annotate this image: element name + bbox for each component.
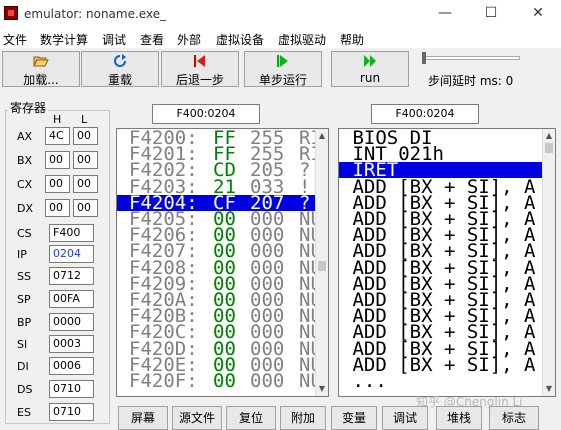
run-label: run bbox=[359, 71, 381, 85]
reg-bx-high[interactable]: 00 bbox=[45, 151, 70, 169]
load-button[interactable]: 加载... bbox=[2, 51, 80, 87]
reload-button[interactable]: 重载 bbox=[81, 51, 159, 87]
disasm-address-input[interactable]: F400:0204 bbox=[371, 104, 479, 124]
reg-es-value[interactable]: 0710 bbox=[49, 403, 94, 421]
menu-math[interactable]: 数学计算 bbox=[40, 31, 88, 48]
reg-ip-label: IP bbox=[17, 248, 27, 261]
memory-scrollbar[interactable]: ▲ ▼ bbox=[315, 129, 328, 396]
reg-dx-high[interactable]: 00 bbox=[45, 199, 70, 217]
menu-virtual-drives[interactable]: 虚拟驱动 bbox=[278, 31, 326, 48]
disasm-list: BIOS DI INT 021h IRET ADD [BX + SI], A A… bbox=[339, 130, 542, 396]
reg-sp-label: SP bbox=[17, 293, 31, 306]
step-delay-slider-thumb[interactable] bbox=[422, 52, 426, 64]
reg-cs-value[interactable]: F400 bbox=[49, 224, 94, 242]
step-delay-slider[interactable] bbox=[425, 56, 520, 60]
disasm-pane[interactable]: BIOS DI INT 021h IRET ADD [BX + SI], A A… bbox=[338, 128, 556, 397]
tab-stack[interactable]: 堆栈 bbox=[436, 406, 482, 430]
reg-ds-value[interactable]: 0710 bbox=[49, 380, 94, 398]
reload-label: 重载 bbox=[107, 73, 132, 87]
reg-bx-label: BX bbox=[17, 154, 33, 167]
reg-dx-low[interactable]: 00 bbox=[73, 199, 98, 217]
memory-address-input[interactable]: F400:0204 bbox=[152, 104, 260, 124]
memory-chr: NU bbox=[299, 370, 315, 392]
menu-debug[interactable]: 调试 bbox=[102, 31, 126, 48]
menu-view[interactable]: 查看 bbox=[140, 31, 164, 48]
reg-si-value[interactable]: 0003 bbox=[49, 335, 94, 353]
reg-ax-low[interactable]: 00 bbox=[73, 127, 98, 145]
memory-list: F4200:FF255RIF4201:FF255RIF4202:CD205?F4… bbox=[117, 130, 315, 396]
memory-scroll-thumb[interactable] bbox=[318, 261, 326, 271]
low-byte-header: L bbox=[81, 113, 88, 126]
memory-row[interactable]: F420F:00000NU bbox=[117, 370, 315, 392]
step-back-button[interactable]: 后退一步 bbox=[161, 51, 239, 87]
menu-external[interactable]: 外部 bbox=[177, 31, 201, 48]
disasm-scrollbar[interactable]: ▲ ▼ bbox=[542, 129, 555, 396]
reload-icon bbox=[112, 54, 128, 68]
memory-hex: 00 bbox=[213, 370, 236, 392]
close-button[interactable]: ✕ bbox=[515, 0, 561, 28]
maximize-button[interactable]: ☐ bbox=[468, 0, 514, 28]
menu-virtual-devices[interactable]: 虚拟设备 bbox=[216, 31, 264, 48]
reg-ax-high[interactable]: 4C bbox=[45, 127, 70, 145]
disasm-row[interactable]: ... bbox=[339, 370, 542, 392]
disasm-text: ... bbox=[341, 370, 387, 392]
reg-bx-low[interactable]: 00 bbox=[73, 151, 98, 169]
disasm-scroll-thumb[interactable] bbox=[545, 143, 553, 153]
reg-ss-value[interactable]: 0712 bbox=[49, 267, 94, 285]
reg-ax-label: AX bbox=[17, 130, 33, 143]
single-step-button[interactable]: 单步运行 bbox=[244, 51, 322, 87]
reg-di-value[interactable]: 0006 bbox=[49, 357, 94, 375]
step-forward-icon bbox=[275, 54, 291, 68]
minimize-button[interactable]: — bbox=[422, 0, 468, 28]
reg-ip-value[interactable]: 0204 bbox=[49, 245, 94, 263]
reg-ds-label: DS bbox=[17, 383, 33, 396]
scroll-down-icon[interactable]: ▼ bbox=[316, 382, 328, 396]
run-icon bbox=[362, 54, 378, 68]
tab-aux[interactable]: 附加 bbox=[280, 406, 326, 430]
reg-cx-label: CX bbox=[17, 178, 33, 191]
reg-sp-value[interactable]: 00FA bbox=[49, 290, 94, 308]
tab-screen[interactable]: 屏幕 bbox=[118, 406, 168, 430]
reg-cs-label: CS bbox=[17, 227, 32, 240]
reg-es-label: ES bbox=[17, 406, 31, 419]
reg-cx-low[interactable]: 00 bbox=[73, 175, 98, 193]
high-byte-header: H bbox=[53, 113, 62, 126]
memory-addr: F420F: bbox=[129, 370, 198, 392]
single-step-label: 单步运行 bbox=[258, 73, 307, 87]
memory-dec: 000 bbox=[250, 370, 285, 392]
load-label: 加载... bbox=[23, 73, 59, 87]
reg-cx-high[interactable]: 00 bbox=[45, 175, 70, 193]
scroll-down-icon[interactable]: ▼ bbox=[543, 382, 555, 396]
memory-pane[interactable]: F4200:FF255RIF4201:FF255RIF4202:CD205?F4… bbox=[116, 128, 329, 397]
scroll-up-icon[interactable]: ▲ bbox=[543, 129, 555, 143]
reg-di-label: DI bbox=[17, 360, 29, 373]
tab-flags[interactable]: 标志 bbox=[489, 406, 539, 430]
window-title: emulator: noname.exe_ bbox=[24, 7, 167, 21]
registers-title: 寄存器 bbox=[8, 99, 49, 116]
tab-debug[interactable]: 调试 bbox=[382, 406, 428, 430]
step-delay-label: 步间延时 ms: 0 bbox=[428, 74, 514, 88]
reg-bp-value[interactable]: 0000 bbox=[49, 313, 94, 331]
run-button[interactable]: run bbox=[331, 51, 409, 87]
step-back-icon bbox=[192, 54, 208, 68]
scroll-up-icon[interactable]: ▲ bbox=[316, 129, 328, 143]
step-back-label: 后退一步 bbox=[175, 73, 224, 87]
reg-dx-label: DX bbox=[17, 202, 34, 215]
tab-reset[interactable]: 复位 bbox=[226, 406, 276, 430]
reg-bp-label: BP bbox=[17, 316, 32, 329]
menu-file[interactable]: 文件 bbox=[3, 31, 27, 48]
reg-si-label: SI bbox=[17, 338, 28, 351]
menu-help[interactable]: 帮助 bbox=[340, 31, 364, 48]
reg-ss-label: SS bbox=[17, 270, 31, 283]
tab-source[interactable]: 源文件 bbox=[172, 406, 222, 430]
app-icon bbox=[4, 6, 18, 20]
folder-open-icon bbox=[33, 54, 49, 68]
tab-vars[interactable]: 变量 bbox=[331, 406, 377, 430]
